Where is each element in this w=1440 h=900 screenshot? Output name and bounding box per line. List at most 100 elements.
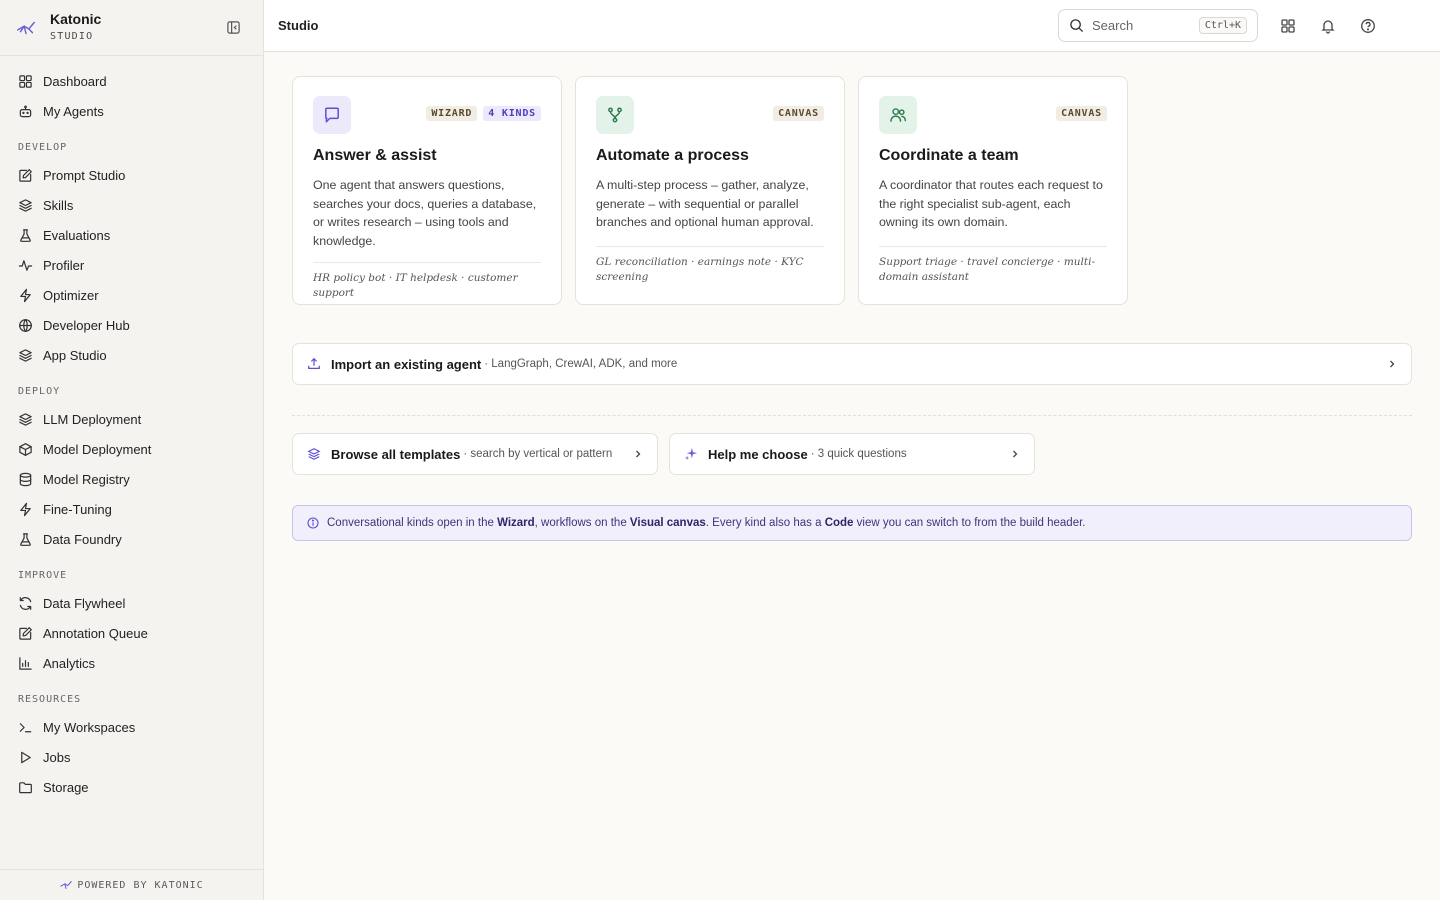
info-text-3: . Every kind also has a	[705, 517, 825, 529]
apps-grid-button[interactable]	[1268, 6, 1308, 46]
upload-icon	[308, 357, 320, 369]
sidebar-item-label: LLM Deployment	[43, 411, 142, 427]
sidebar-item-label: Optimizer	[43, 287, 99, 303]
sidebar-item-my-agents[interactable]: My Agents	[0, 96, 263, 126]
sidebar-item-label: Annotation Queue	[43, 625, 148, 641]
sidebar-item-profiler[interactable]: Profiler	[0, 250, 263, 280]
sidebar-item-label: My Workspaces	[43, 719, 136, 735]
brand-sub: STUDIO	[50, 31, 94, 42]
sidebar-footer: POWERED BY KATONIC	[0, 869, 263, 900]
brand-name: Katonic	[50, 11, 102, 27]
sidebar-item-my-workspaces[interactable]: My Workspaces	[0, 712, 263, 742]
sidebar-item-app-studio[interactable]: App Studio	[0, 340, 263, 370]
box-icon	[19, 442, 32, 456]
sidebar-item-data-flywheel[interactable]: Data Flywheel	[0, 588, 263, 618]
sidebar-item-jobs[interactable]: Jobs	[0, 742, 263, 772]
sidebar-item-evaluations[interactable]: Evaluations	[0, 220, 263, 250]
sidebar-item-model-registry[interactable]: Model Registry	[0, 464, 263, 494]
layers-icon	[307, 448, 321, 460]
brand-header: Katonic STUDIO	[0, 0, 263, 56]
section-label-deploy: DEPLOY	[18, 386, 61, 397]
help-me-choose-row[interactable]: Help me choose · 3 quick questions	[669, 433, 1035, 475]
sidebar-item-analytics[interactable]: Analytics	[0, 648, 263, 678]
sidebar-item-llm-deployment[interactable]: LLM Deployment	[0, 404, 263, 434]
card-icon-wrap	[879, 96, 917, 134]
sidebar-item-label: Evaluations	[43, 227, 111, 243]
sidebar-item-dashboard[interactable]: Dashboard	[0, 66, 263, 96]
sidebar-item-label: Dashboard	[43, 73, 107, 89]
sidebar-item-label: Model Deployment	[43, 441, 152, 457]
card-title: Automate a process	[596, 147, 749, 164]
sidebar-item-label: Data Flywheel	[43, 595, 126, 611]
bell-icon	[1321, 19, 1335, 34]
play-icon	[21, 751, 31, 763]
card-title: Coordinate a team	[879, 147, 1019, 164]
card-title: Answer & assist	[313, 147, 437, 164]
info-banner: Conversational kinds open in the Wizard,…	[292, 505, 1412, 541]
sidebar-item-label: App Studio	[43, 347, 107, 363]
agent-kind-card[interactable]: CANVAS Coordinate a team A coordinator tha…	[858, 76, 1128, 305]
sidebar-item-label: My Agents	[43, 103, 104, 119]
terminal-icon	[19, 722, 32, 732]
git-branch-icon	[608, 107, 622, 123]
sidebar-item-annotation-queue[interactable]: Annotation Queue	[0, 618, 263, 648]
agent-kind-card[interactable]: WIZARD 4 KINDS Answer & assist One agent th…	[292, 76, 562, 305]
edit-icon	[19, 626, 32, 640]
katonic-logo-icon[interactable]	[14, 16, 38, 40]
activity-icon	[18, 259, 33, 271]
import-agent-sub: · LangGraph, CrewAI, ADK, and more	[484, 358, 678, 370]
search-placeholder: Search	[1092, 18, 1134, 33]
folder-icon	[19, 781, 32, 793]
sidebar-item-label: Skills	[43, 197, 74, 213]
sidebar-item-storage[interactable]: Storage	[0, 772, 263, 802]
sparkles-icon	[684, 447, 698, 461]
sidebar-item-developer-hub[interactable]: Developer Hub	[0, 310, 263, 340]
layers-icon	[19, 348, 32, 362]
help-button[interactable]	[1348, 6, 1388, 46]
sidebar-item-label: Developer Hub	[43, 317, 130, 333]
collapse-sidebar-icon[interactable]	[223, 18, 243, 38]
agent-kind-cards: WIZARD 4 KINDS Answer & assist One agent th…	[292, 76, 1412, 305]
apps-grid-icon	[1281, 18, 1295, 33]
info-visual-canvas: Visual canvas	[629, 517, 706, 529]
sidebar-item-data-foundry[interactable]: Data Foundry	[0, 524, 263, 554]
sidebar-item-label: Fine-Tuning	[43, 501, 112, 517]
card-icon-wrap	[313, 96, 351, 134]
search-input[interactable]: Search Ctrl+K	[1058, 9, 1258, 42]
sidebar-nav: Dashboard My Agents DEVELOP Prompt Studio Sk…	[0, 56, 263, 802]
sidebar: Katonic STUDIO Dashboard My Agents DEVELOP…	[0, 0, 264, 900]
sidebar-item-label: Data Foundry	[43, 531, 122, 547]
card-description: One agent that answers questions, search…	[313, 178, 537, 248]
edit-icon	[19, 168, 32, 182]
browse-templates-sub: · search by vertical or pattern	[463, 448, 613, 460]
card-examples: HR policy bot · IT helpdesk · customer s…	[313, 262, 541, 301]
browse-templates-row[interactable]: Browse all templates · search by vertica…	[292, 433, 658, 475]
chat-icon	[325, 107, 339, 123]
search-icon	[1070, 19, 1084, 33]
sidebar-item-fine-tuning[interactable]: Fine-Tuning	[0, 494, 263, 524]
zap-icon	[20, 502, 31, 516]
sidebar-item-optimizer[interactable]: Optimizer	[0, 280, 263, 310]
divider	[292, 415, 1412, 416]
info-wizard: Wizard	[497, 517, 535, 529]
card-tag: CANVAS	[1056, 106, 1107, 121]
layers-icon	[19, 412, 32, 426]
agent-kind-card[interactable]: CANVAS Automate a process A multi-step pro…	[575, 76, 845, 305]
sidebar-item-label: Profiler	[43, 257, 85, 273]
info-text-1: Conversational kinds open in the	[327, 517, 498, 529]
katonic-footer-logo-icon	[60, 880, 73, 890]
footer-text: POWERED BY KATONIC	[77, 879, 204, 891]
info-text-4: view you can switch to from the build he…	[853, 517, 1086, 529]
help-me-choose-title: Help me choose	[708, 446, 808, 462]
sidebar-item-label: Model Registry	[43, 471, 130, 487]
sidebar-item-skills[interactable]: Skills	[0, 190, 263, 220]
sidebar-item-model-deployment[interactable]: Model Deployment	[0, 434, 263, 464]
database-icon	[19, 472, 32, 486]
sidebar-item-prompt-studio[interactable]: Prompt Studio	[0, 160, 263, 190]
flask-icon	[20, 228, 31, 242]
help-me-choose-sub: · 3 quick questions	[810, 448, 907, 460]
notifications-button[interactable]	[1308, 6, 1348, 46]
browse-templates-title: Browse all templates	[331, 446, 461, 462]
import-agent-title: Import an existing agent	[331, 356, 482, 372]
import-agent-row[interactable]: Import an existing agent · LangGraph, Cr…	[292, 343, 1412, 385]
